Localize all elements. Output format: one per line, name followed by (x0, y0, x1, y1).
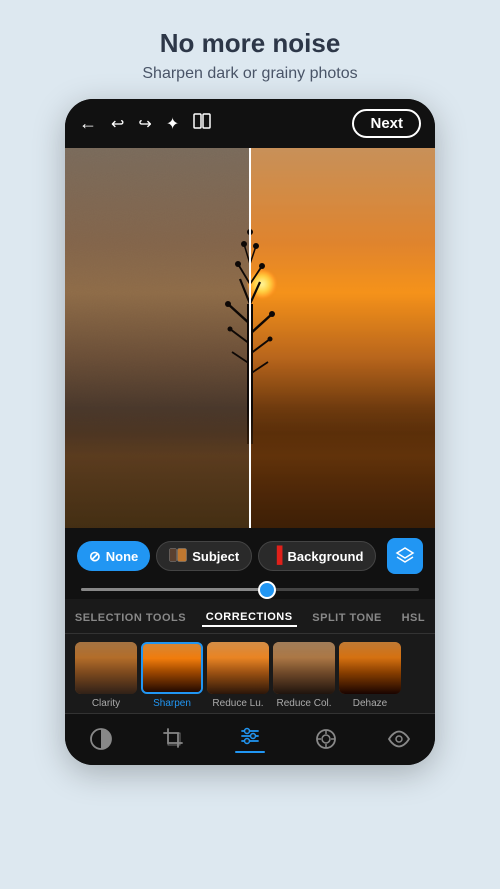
undo-icon[interactable]: ↩ (111, 114, 124, 134)
correction-dehaze-label: Dehaze (353, 698, 387, 709)
eye-icon (387, 727, 411, 751)
correction-dehaze-thumb (339, 642, 401, 694)
bottom-nav (65, 713, 435, 765)
correction-sharpen-thumb (141, 642, 203, 694)
adjustments-icon (238, 724, 262, 748)
page-subtitle: Sharpen dark or grainy photos (142, 65, 357, 83)
phone-toolbar: ← ↩ ↪ ✦ Next (65, 99, 435, 148)
nav-adjustments[interactable] (235, 724, 265, 753)
phone-container: ← ↩ ↪ ✦ Next (65, 99, 435, 765)
chip-none-label: None (106, 549, 139, 564)
correction-clarity-label: Clarity (92, 698, 120, 709)
healing-icon (314, 727, 338, 751)
correction-reduce-color[interactable]: Reduce Col. (273, 642, 335, 709)
crop-icon (162, 727, 186, 751)
nav-crop[interactable] (162, 727, 186, 751)
selection-chips: ⊘ None Subject ▐ Background (77, 541, 376, 571)
correction-reduce-color-thumb (273, 642, 335, 694)
compare-slider-container (65, 584, 435, 599)
back-icon[interactable]: ← (79, 113, 97, 134)
correction-dehaze[interactable]: Dehaze (339, 642, 401, 709)
correction-reduce-color-label: Reduce Col. (276, 698, 331, 709)
correction-clarity[interactable]: Clarity (75, 642, 137, 709)
chip-subject[interactable]: Subject (156, 541, 252, 571)
subject-icon (169, 548, 187, 565)
chip-background[interactable]: ▐ Background (258, 541, 376, 571)
tabs-row: SELECTION TOOLS CORRECTIONS SPLIT TONE H… (65, 599, 435, 634)
chip-subject-label: Subject (192, 549, 239, 564)
nav-healing[interactable] (314, 727, 338, 751)
adjustments-active-indicator (235, 751, 265, 753)
next-button[interactable]: Next (352, 109, 421, 138)
chip-background-label: Background (288, 549, 364, 564)
compare-divider[interactable] (249, 148, 251, 528)
tab-selection-tools[interactable]: SELECTION TOOLS (71, 610, 190, 626)
presets-icon (89, 727, 113, 751)
tab-hsl[interactable]: HSL (398, 610, 430, 626)
magic-wand-icon[interactable]: ✦ (166, 114, 179, 134)
background-icon: ▐ (271, 547, 282, 565)
page-header: No more noise Sharpen dark or grainy pho… (122, 0, 377, 99)
correction-reduce-luminance[interactable]: Reduce Lu. (207, 642, 269, 709)
corrections-grid: Clarity Sharpen Reduce Lu. Reduce Col. (65, 634, 435, 713)
correction-sharpen[interactable]: Sharpen (141, 642, 203, 709)
tab-split-tone[interactable]: SPLIT TONE (308, 610, 386, 626)
nav-preview[interactable] (387, 727, 411, 751)
correction-reduce-luminance-thumb (207, 642, 269, 694)
selection-bar: ⊘ None Subject ▐ Background (65, 528, 435, 584)
correction-clarity-thumb (75, 642, 137, 694)
redo-icon[interactable]: ↪ (138, 114, 151, 134)
correction-reduce-luminance-label: Reduce Lu. (212, 698, 263, 709)
compare-slider-thumb[interactable] (258, 581, 276, 599)
compare-slider-fill (81, 588, 267, 591)
photo-compare-area (65, 148, 435, 528)
compare-slider-track[interactable] (81, 588, 419, 591)
nav-presets[interactable] (89, 727, 113, 751)
toolbar-left: ← ↩ ↪ ✦ (79, 112, 211, 135)
chip-none[interactable]: ⊘ None (77, 541, 150, 571)
page-title: No more noise (142, 28, 357, 59)
compare-icon[interactable] (193, 112, 211, 135)
layers-button[interactable] (387, 538, 423, 574)
none-icon: ⊘ (89, 548, 101, 565)
tab-corrections[interactable]: CORRECTIONS (202, 609, 297, 627)
layers-icon (395, 546, 415, 566)
correction-sharpen-label: Sharpen (153, 698, 191, 709)
